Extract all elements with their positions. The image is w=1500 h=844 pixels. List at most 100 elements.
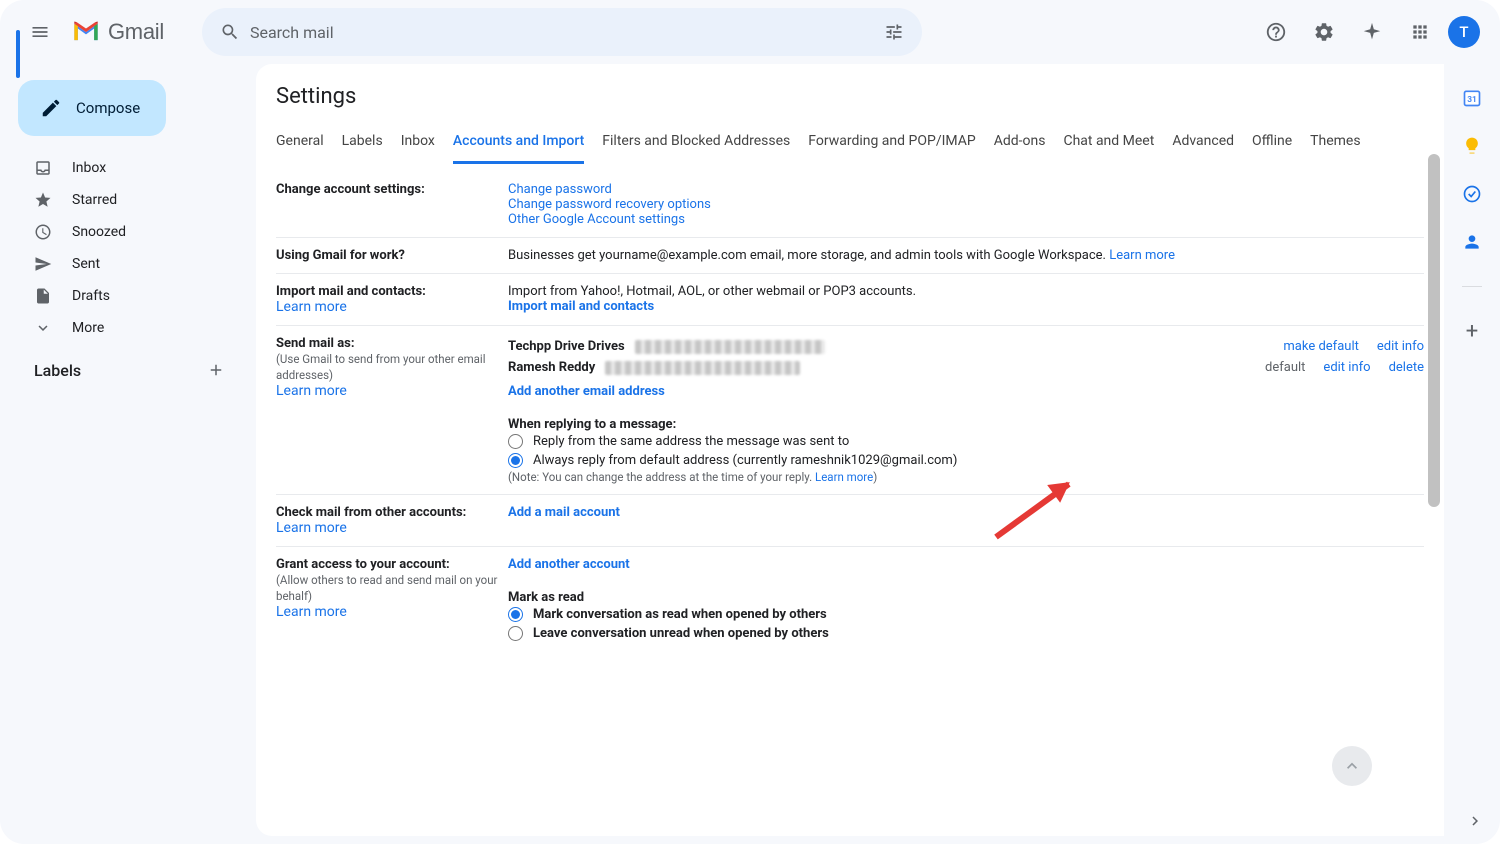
reply-radio[interactable] (508, 453, 523, 468)
gemini-button[interactable] (1352, 12, 1392, 52)
redacted-email (605, 361, 800, 375)
work-learn-more-link[interactable]: Learn more (1109, 248, 1175, 263)
grant-learn-more-link[interactable]: Learn more (276, 604, 347, 620)
window-accent (16, 30, 20, 78)
clock-icon (34, 223, 54, 241)
search-icon (220, 22, 240, 42)
add-email-link[interactable]: Add another email address (508, 384, 665, 399)
add-label-button[interactable] (202, 356, 230, 384)
compose-button[interactable]: Compose (18, 80, 166, 136)
tab-advanced[interactable]: Advanced (1172, 125, 1234, 164)
svg-text:31: 31 (1467, 95, 1477, 105)
chevron-up-icon (1342, 756, 1362, 776)
account-setting-link[interactable]: Change password (508, 182, 612, 197)
import-learn-more-link[interactable]: Learn more (276, 299, 347, 315)
mark-option-row[interactable]: Leave conversation unread when opened by… (508, 624, 1424, 643)
product-name: Gmail (108, 19, 164, 45)
mark-option-row[interactable]: Mark conversation as read when opened by… (508, 605, 1424, 624)
file-icon (34, 287, 54, 305)
contacts-app-button[interactable] (1462, 232, 1482, 252)
main-panel: Settings GeneralLabelsInboxAccounts and … (256, 64, 1444, 836)
settings-tabs: General Labels Inbox Accounts and Import Fil… (256, 117, 1444, 164)
reply-option-row[interactable]: Always reply from default address (curre… (508, 451, 1424, 470)
reply-radio[interactable] (508, 434, 523, 449)
gmail-icon (72, 21, 100, 43)
add-account-link[interactable]: Add another account (508, 557, 630, 572)
import-heading: Import mail and contacts: (276, 284, 508, 299)
tab-forwarding-and-pop-imap[interactable]: Forwarding and POP/IMAP (808, 125, 975, 164)
tab-labels[interactable]: Labels (342, 125, 383, 164)
reply-heading: When replying to a message: (508, 417, 1424, 432)
main-menu-button[interactable] (16, 8, 64, 56)
reply-option-row[interactable]: Reply from the same address the message … (508, 432, 1424, 451)
mark-radio[interactable] (508, 626, 523, 641)
tab-inbox[interactable]: Inbox (401, 125, 435, 164)
sidebar-item-label: Inbox (72, 160, 106, 176)
calendar-app-button[interactable]: 31 (1462, 88, 1482, 108)
section-grant-access: Grant access to your account: (Allow oth… (276, 547, 1424, 653)
support-button[interactable] (1256, 12, 1296, 52)
tab-general[interactable]: General (276, 125, 324, 164)
send-as-row: Techpp Drive Drives make default edit info (508, 336, 1424, 357)
scroll-top-button[interactable] (1332, 746, 1372, 786)
plus-icon (207, 361, 225, 379)
edit-info-link[interactable]: edit info (1377, 339, 1424, 354)
keep-app-button[interactable] (1462, 136, 1482, 156)
tab-filters-and-blocked-addresses[interactable]: Filters and Blocked Addresses (602, 125, 790, 164)
sidebar-item-label: Starred (72, 192, 117, 208)
account-setting-link[interactable]: Other Google Account settings (508, 212, 685, 227)
work-heading: Using Gmail for work? (276, 248, 508, 263)
tab-accounts-and-import[interactable]: Accounts and Import (453, 125, 584, 164)
chevron-right-icon (1466, 812, 1484, 830)
search-input[interactable] (250, 23, 874, 42)
mark-option-label: Mark conversation as read when opened by… (533, 607, 827, 622)
tasks-app-button[interactable] (1462, 184, 1482, 204)
tab-themes[interactable]: Themes (1310, 125, 1360, 164)
sidebar-item-snoozed[interactable]: Snoozed (8, 216, 248, 248)
side-panel-toggle[interactable] (1466, 812, 1484, 834)
get-addons-button[interactable]: + (1462, 321, 1482, 341)
send-as-row: Ramesh Reddydefaultedit infodelete (508, 357, 1424, 378)
section-send-as: Send mail as: (Use Gmail to send from yo… (276, 326, 1424, 495)
settings-button[interactable] (1304, 12, 1344, 52)
scrollbar-track[interactable] (1428, 154, 1440, 796)
import-action-link[interactable]: Import mail and contacts (508, 299, 654, 314)
sidebar-item-sent[interactable]: Sent (8, 248, 248, 280)
reply-note-link[interactable]: Learn more (815, 470, 873, 484)
compose-label: Compose (76, 99, 140, 117)
send-as-name: Techpp Drive Drives (508, 339, 625, 354)
search-button[interactable] (210, 12, 250, 52)
section-check-mail: Check mail from other accounts: Learn mo… (276, 495, 1424, 547)
edit-info-link[interactable]: edit info (1323, 360, 1370, 375)
import-text: Import from Yahoo!, Hotmail, AOL, or oth… (508, 284, 1424, 299)
sidebar-item-inbox[interactable]: Inbox (8, 152, 248, 184)
check-mail-learn-more-link[interactable]: Learn more (276, 520, 347, 536)
sidebar-item-starred[interactable]: Starred (8, 184, 248, 216)
tab-offline[interactable]: Offline (1252, 125, 1292, 164)
apps-button[interactable] (1400, 12, 1440, 52)
account-avatar[interactable]: T (1448, 16, 1480, 48)
sidebar-item-label: Snoozed (72, 224, 126, 240)
make-default-link[interactable]: make default (1283, 339, 1358, 354)
add-mail-account-link[interactable]: Add a mail account (508, 505, 620, 520)
tab-chat-and-meet[interactable]: Chat and Meet (1063, 125, 1154, 164)
sidebar-item-more[interactable]: More (8, 312, 248, 344)
gmail-logo[interactable]: Gmail (72, 19, 164, 45)
reply-note-suffix: ) (873, 470, 877, 484)
send-as-learn-more-link[interactable]: Learn more (276, 383, 347, 399)
grant-sub: (Allow others to read and send mail on y… (276, 572, 508, 604)
scrollbar-thumb[interactable] (1428, 154, 1440, 507)
help-icon (1265, 21, 1287, 43)
side-panel: 31 + (1444, 64, 1500, 844)
sidebar-item-drafts[interactable]: Drafts (8, 280, 248, 312)
side-panel-divider (1462, 286, 1482, 287)
mark-read-heading: Mark as read (508, 590, 1424, 605)
tab-add-ons[interactable]: Add-ons (994, 125, 1046, 164)
sidebar-item-label: Sent (72, 256, 100, 272)
search-bar[interactable] (202, 8, 922, 56)
search-options-button[interactable] (874, 12, 914, 52)
delete-link[interactable]: delete (1389, 360, 1424, 375)
send-icon (34, 255, 54, 273)
mark-radio[interactable] (508, 607, 523, 622)
account-setting-link[interactable]: Change password recovery options (508, 197, 711, 212)
